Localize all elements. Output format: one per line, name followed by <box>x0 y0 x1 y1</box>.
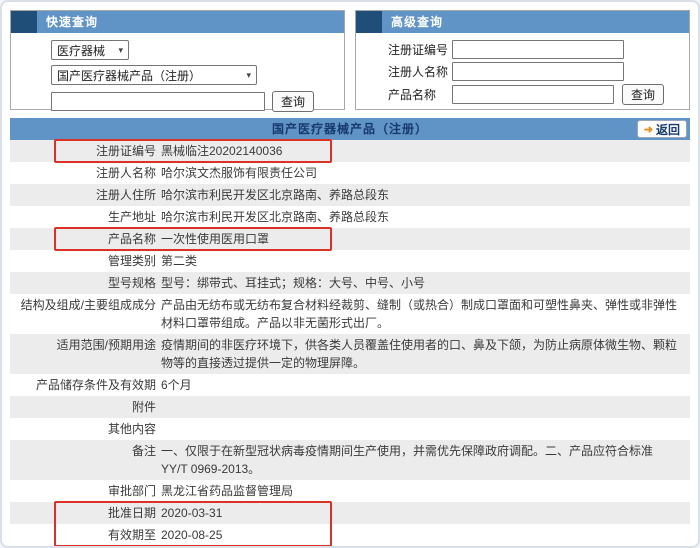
table-row: 适用范围/预期用途疫情期间的非医疗环境下，供各类人员覆盖住使用者的口、鼻及下颌，… <box>10 334 690 374</box>
row-label: 产品储存条件及有效期 <box>10 376 156 394</box>
row-value: 2020-08-25 <box>161 526 690 544</box>
quick-search-input[interactable] <box>51 92 265 111</box>
row-label: 产品名称 <box>10 230 156 248</box>
advanced-query-header: 高级查询 <box>356 11 689 33</box>
row-label: 型号规格 <box>10 274 156 292</box>
row-label: 批准日期 <box>10 504 156 522</box>
advanced-query-title: 高级查询 <box>382 11 443 33</box>
registrant-name-label: 注册人名称 <box>388 63 452 80</box>
row-value: 型号：绑带式、耳挂式；规格：大号、中号、小号 <box>161 274 690 292</box>
registrant-name-input[interactable] <box>452 62 624 81</box>
quick-query-panel: 快速查询 医疗器械 ▾ 国产医疗器械产品（注册） ▾ 查询 <box>10 10 345 110</box>
page: 快速查询 医疗器械 ▾ 国产医疗器械产品（注册） ▾ 查询 <box>0 0 700 548</box>
product-name-input[interactable] <box>452 85 614 104</box>
category-select-value: 医疗器械 <box>57 42 105 59</box>
quick-search-row: 查询 <box>51 91 344 112</box>
table-row: 注册人名称哈尔滨文杰服饰有限责任公司 <box>10 162 690 184</box>
product-name-row: 产品名称 查询 <box>388 84 689 105</box>
arrow-right-icon: ➜ <box>644 123 653 136</box>
category-select[interactable]: 医疗器械 ▾ <box>51 40 129 60</box>
row-label: 注册人住所 <box>10 186 156 204</box>
row-label: 管理类别 <box>10 252 156 270</box>
table-row: 管理类别第二类 <box>10 250 690 272</box>
query-panels: 快速查询 医疗器械 ▾ 国产医疗器械产品（注册） ▾ 查询 <box>10 10 690 110</box>
advanced-query-body: 注册证编号 注册人名称 产品名称 查询 <box>356 33 689 105</box>
back-button[interactable]: ➜ 返回 <box>637 120 687 138</box>
row-label: 适用范围/预期用途 <box>10 336 156 372</box>
table-row: 注册证编号黑械临注20202140036 <box>10 140 690 162</box>
table-row: 其他内容 <box>10 418 690 440</box>
row-value: 哈尔滨市利民开发区北京路南、养路总段东 <box>161 208 690 226</box>
table-row: 备注一、仅限于在新型冠状病毒疫情期间生产使用，并需优先保障政府调配。二、产品应符… <box>10 440 690 480</box>
detail-table-header: 国产医疗器械产品（注册） ➜ 返回 <box>10 118 690 140</box>
registration-number-label: 注册证编号 <box>388 41 452 58</box>
chevron-down-icon: ▾ <box>118 45 123 56</box>
row-label: 注册人名称 <box>10 164 156 182</box>
row-value: 第二类 <box>161 252 690 270</box>
row-label: 附件 <box>10 398 156 416</box>
quick-query-title: 快速查询 <box>37 11 98 33</box>
chevron-down-icon: ▾ <box>246 70 251 81</box>
row-label: 生产地址 <box>10 208 156 226</box>
row-value: 一次性使用医用口罩 <box>161 230 690 248</box>
advanced-query-panel: 高级查询 注册证编号 注册人名称 产品名称 查询 <box>355 10 690 110</box>
table-row: 附件 <box>10 396 690 418</box>
detail-rows: 注册证编号黑械临注20202140036注册人名称哈尔滨文杰服饰有限责任公司注册… <box>10 140 690 546</box>
row-label: 审批部门 <box>10 482 156 500</box>
detail-table: 国产医疗器械产品（注册） ➜ 返回 注册证编号黑械临注20202140036注册… <box>10 118 690 546</box>
detail-table-title: 国产医疗器械产品（注册） <box>10 118 690 140</box>
table-row: 有效期至 2020-08-25 <box>10 524 690 546</box>
table-row: 批准日期 2020-03-31 <box>10 502 690 524</box>
row-value: 黑械临注20202140036 <box>161 142 690 160</box>
row-value: 6个月 <box>161 376 690 394</box>
table-row: 注册人住所哈尔滨市利民开发区北京路南、养路总段东 <box>10 184 690 206</box>
type-select-value: 国产医疗器械产品（注册） <box>57 67 201 84</box>
row-label: 有效期至 <box>10 526 156 544</box>
row-value: 产品由无纺布或无纺布复合材料经裁剪、缝制（或热合）制成口罩面和可塑性鼻夹、弹性或… <box>161 296 690 332</box>
row-label: 结构及组成/主要组成成分 <box>10 296 156 332</box>
header-accent-block <box>356 11 382 33</box>
row-value <box>161 398 690 416</box>
table-row: 结构及组成/主要组成成分产品由无纺布或无纺布复合材料经裁剪、缝制（或热合）制成口… <box>10 294 690 334</box>
registration-number-input[interactable] <box>452 40 624 59</box>
row-value: 哈尔滨市利民开发区北京路南、养路总段东 <box>161 186 690 204</box>
table-row: 型号规格型号：绑带式、耳挂式；规格：大号、中号、小号 <box>10 272 690 294</box>
table-row: 生产地址哈尔滨市利民开发区北京路南、养路总段东 <box>10 206 690 228</box>
table-row: 产品储存条件及有效期 6个月 <box>10 374 690 396</box>
row-label: 注册证编号 <box>10 142 156 160</box>
row-label: 其他内容 <box>10 420 156 438</box>
type-select[interactable]: 国产医疗器械产品（注册） ▾ <box>51 65 257 85</box>
row-value: 一、仅限于在新型冠状病毒疫情期间生产使用，并需优先保障政府调配。二、产品应符合标… <box>161 442 690 478</box>
header-accent-block <box>11 11 37 33</box>
quick-query-body: 医疗器械 ▾ 国产医疗器械产品（注册） ▾ 查询 <box>11 33 344 112</box>
quick-query-header: 快速查询 <box>11 11 344 33</box>
product-name-label: 产品名称 <box>388 86 452 103</box>
row-label: 备注 <box>10 442 156 478</box>
row-value: 黑龙江省药品监督管理局 <box>161 482 690 500</box>
quick-search-button[interactable]: 查询 <box>272 91 314 112</box>
advanced-search-button[interactable]: 查询 <box>622 84 664 105</box>
registrant-name-row: 注册人名称 <box>388 62 689 81</box>
row-value: 哈尔滨文杰服饰有限责任公司 <box>161 164 690 182</box>
row-value: 疫情期间的非医疗环境下，供各类人员覆盖住使用者的口、鼻及下颌，为防止病原体微生物… <box>161 336 690 372</box>
registration-number-row: 注册证编号 <box>388 40 689 59</box>
table-row: 审批部门黑龙江省药品监督管理局 <box>10 480 690 502</box>
table-row: 产品名称一次性使用医用口罩 <box>10 228 690 250</box>
back-button-label: 返回 <box>656 121 680 138</box>
row-value: 2020-03-31 <box>161 504 690 522</box>
row-value <box>161 420 690 438</box>
